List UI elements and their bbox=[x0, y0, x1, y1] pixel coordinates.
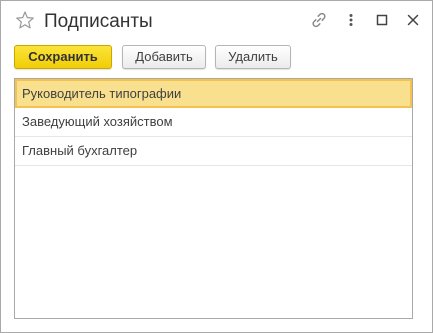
title-bar: Подписанты bbox=[1, 1, 432, 41]
list-item-selected[interactable]: Руководитель типографии bbox=[15, 79, 412, 108]
close-icon[interactable] bbox=[404, 11, 422, 29]
add-button[interactable]: Добавить bbox=[122, 45, 206, 69]
dialog-window: Подписанты Сохранить Добавить Удалить Ру… bbox=[0, 0, 433, 333]
list-item[interactable]: Главный бухгалтер bbox=[15, 137, 412, 166]
signers-list[interactable]: Руководитель типографии Заведующий хозяй… bbox=[14, 78, 413, 319]
window-title: Подписанты bbox=[44, 11, 153, 32]
list-item[interactable]: Заведующий хозяйством bbox=[15, 108, 412, 137]
save-button[interactable]: Сохранить bbox=[14, 45, 112, 69]
more-vertical-icon[interactable] bbox=[342, 11, 360, 29]
delete-button[interactable]: Удалить bbox=[215, 45, 291, 69]
command-bar: Сохранить Добавить Удалить bbox=[1, 45, 432, 71]
star-icon[interactable] bbox=[15, 10, 35, 30]
link-icon[interactable] bbox=[310, 11, 328, 29]
maximize-icon[interactable] bbox=[373, 11, 391, 29]
